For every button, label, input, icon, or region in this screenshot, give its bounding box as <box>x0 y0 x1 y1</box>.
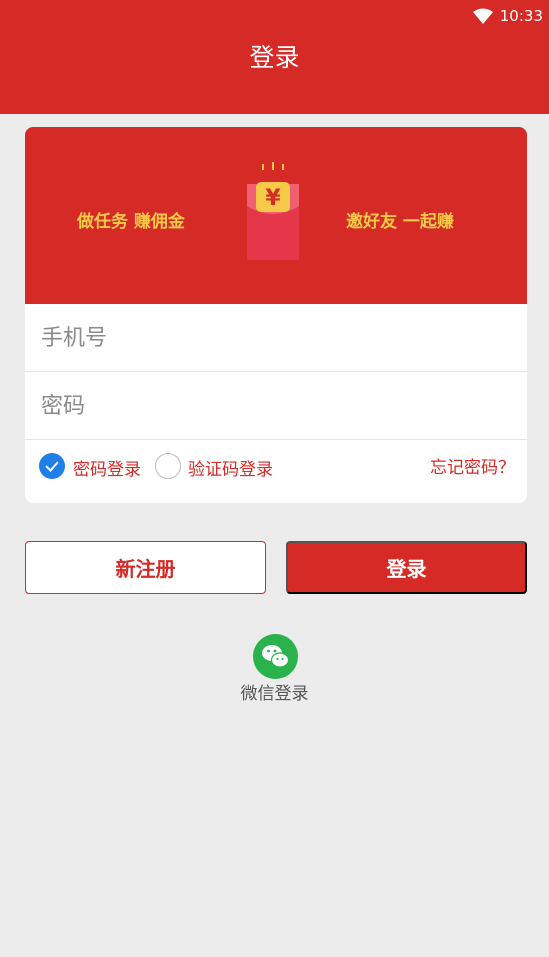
password-login-label[interactable]: 密码登录 <box>73 455 141 480</box>
red-envelope-icon: ¥ <box>247 162 299 260</box>
radio-sms-login[interactable] <box>155 453 181 479</box>
login-button[interactable]: 登录 <box>286 541 527 594</box>
phone-field <box>25 305 527 372</box>
wechat-icon[interactable] <box>253 634 298 679</box>
page-title: 登录 <box>249 43 300 72</box>
app-bar: 登录 <box>0 34 549 114</box>
wifi-icon <box>473 8 493 24</box>
banner-slogan-left: 做任务 赚佣金 <box>77 212 185 232</box>
login-options: 密码登录 验证码登录 忘记密码？ <box>25 443 527 493</box>
promo-banner: 做任务 赚佣金 ¥ 邀好友 一起赚 <box>25 127 527 304</box>
login-card: 做任务 赚佣金 ¥ 邀好友 一起赚 密码登录 验证码登录 忘记密码？ <box>25 127 527 503</box>
password-field <box>25 373 527 440</box>
status-time: 10:33 <box>499 7 543 25</box>
radio-password-login[interactable] <box>39 453 65 479</box>
status-bar: 10:33 <box>0 0 549 34</box>
envelope-symbol: ¥ <box>265 186 281 211</box>
sms-login-label[interactable]: 验证码登录 <box>188 455 273 480</box>
wechat-login-label[interactable]: 微信登录 <box>0 679 549 704</box>
check-icon <box>45 461 59 472</box>
password-input[interactable] <box>39 373 503 439</box>
phone-input[interactable] <box>39 305 503 371</box>
banner-slogan-right: 邀好友 一起赚 <box>346 212 454 232</box>
register-button[interactable]: 新注册 <box>25 541 266 594</box>
forgot-password-link[interactable]: 忘记密码？ <box>430 453 515 478</box>
